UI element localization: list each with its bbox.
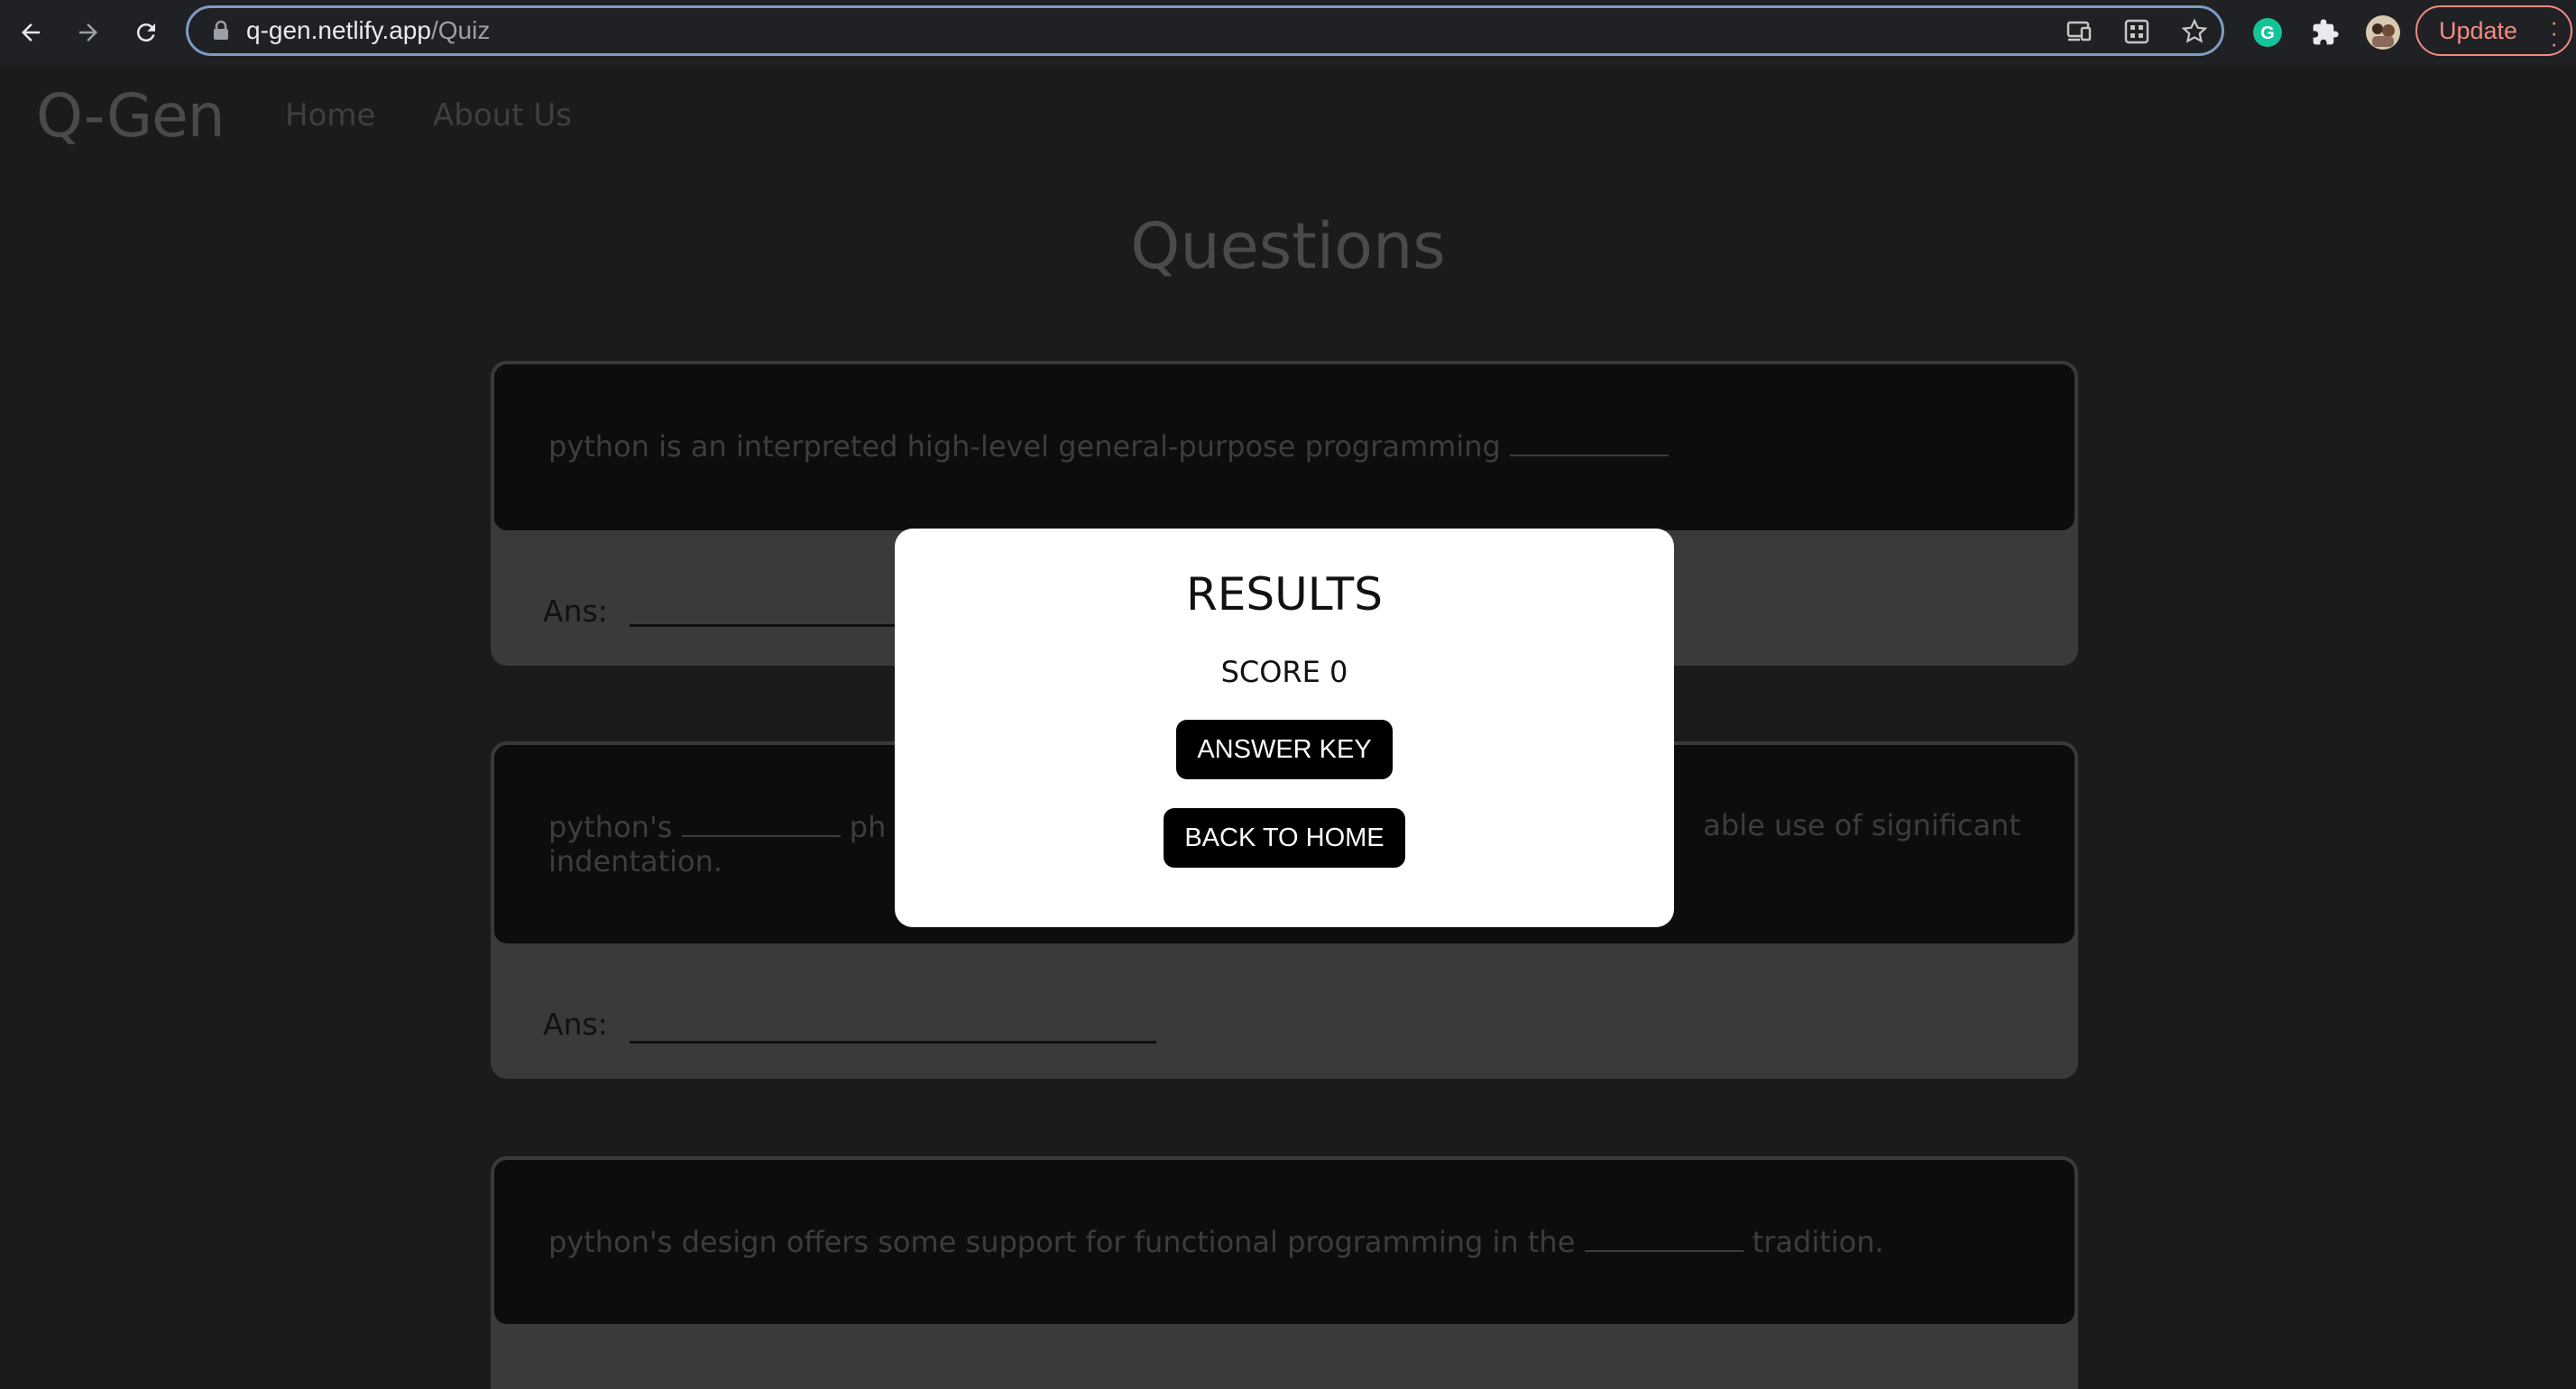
update-label: Update xyxy=(2439,16,2518,44)
reload-icon[interactable] xyxy=(126,13,166,52)
lock-icon[interactable] xyxy=(212,20,230,41)
grammarly-icon[interactable]: G xyxy=(2248,13,2287,52)
forward-arrow-icon[interactable] xyxy=(69,13,108,52)
menu-dots-icon[interactable]: · · · xyxy=(2550,10,2558,55)
back-to-home-button[interactable]: BACK TO HOME xyxy=(1164,808,1405,868)
url-path: /Quiz xyxy=(430,16,491,44)
url-text: q-gen.netlify.app/Quiz xyxy=(246,16,490,45)
profile-avatar[interactable] xyxy=(2363,13,2403,52)
update-button[interactable]: Update · · · xyxy=(2415,5,2572,56)
browser-toolbar: q-gen.netlify.app/Quiz G Update · · · xyxy=(0,0,2576,65)
score-text: SCORE 0 xyxy=(1220,655,1348,689)
svg-text:G: G xyxy=(2260,23,2275,43)
extensions-puzzle-icon[interactable] xyxy=(2305,13,2345,52)
url-host: q-gen.netlify.app xyxy=(246,16,431,44)
results-title: RESULTS xyxy=(1186,568,1383,621)
cast-icon[interactable] xyxy=(2063,15,2095,48)
results-modal: RESULTS SCORE 0 ANSWER KEY BACK TO HOME xyxy=(895,529,1674,927)
address-bar[interactable]: q-gen.netlify.app/Quiz xyxy=(186,5,2224,56)
qr-code-icon[interactable] xyxy=(2121,15,2153,48)
answer-key-button[interactable]: ANSWER KEY xyxy=(1176,720,1393,779)
star-icon[interactable] xyxy=(2178,15,2211,48)
back-arrow-icon[interactable] xyxy=(11,13,51,52)
